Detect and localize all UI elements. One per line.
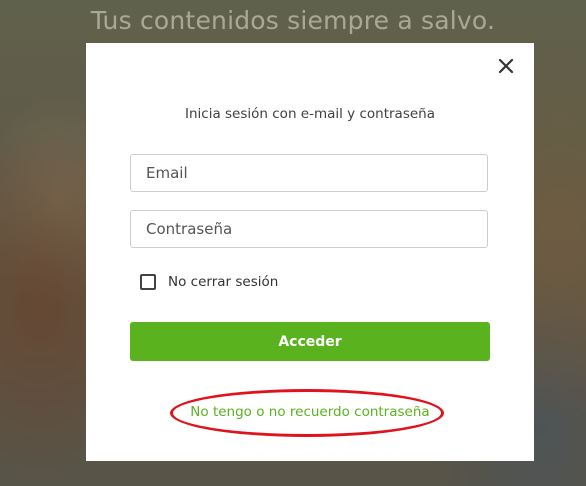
login-modal: Inicia sesión con e-mail y contraseña No…: [86, 43, 534, 461]
login-button[interactable]: Acceder: [130, 322, 490, 361]
close-icon[interactable]: [495, 55, 517, 77]
remember-me-option[interactable]: No cerrar sesión: [140, 274, 278, 290]
remember-me-checkbox[interactable]: [140, 274, 156, 290]
password-input[interactable]: [130, 210, 488, 248]
forgot-password-link[interactable]: No tengo o no recuerdo contraseña: [86, 404, 534, 420]
login-subtitle: Inicia sesión con e-mail y contraseña: [185, 106, 435, 122]
email-input[interactable]: [130, 154, 488, 192]
background-headline: Tus contenidos siempre a salvo.: [90, 6, 496, 35]
remember-me-label: No cerrar sesión: [168, 274, 279, 290]
